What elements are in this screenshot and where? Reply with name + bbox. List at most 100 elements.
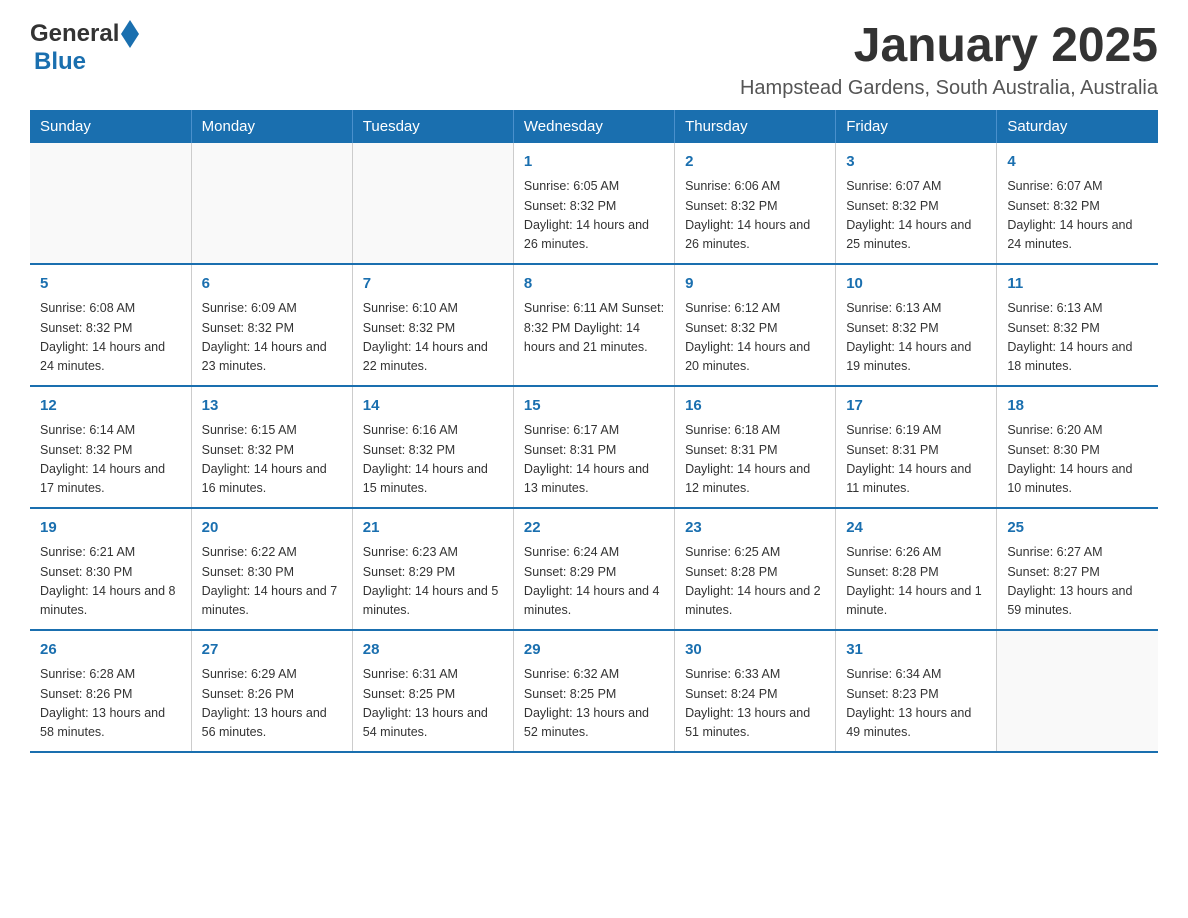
calendar-cell: 16Sunrise: 6:18 AM Sunset: 8:31 PM Dayli… — [675, 386, 836, 508]
day-number: 30 — [685, 639, 825, 662]
logo: General Blue — [30, 20, 139, 74]
day-info: Sunrise: 6:32 AM Sunset: 8:25 PM Dayligh… — [524, 665, 664, 743]
day-number: 18 — [1007, 395, 1148, 418]
day-info: Sunrise: 6:13 AM Sunset: 8:32 PM Dayligh… — [1007, 299, 1148, 377]
calendar-week-row: 1 Sunrise: 6:05 AM Sunset: 8:32 PM Daylig… — [30, 143, 1158, 264]
day-number: 12 — [40, 395, 181, 418]
day-info: Sunrise: 6:27 AM Sunset: 8:27 PM Dayligh… — [1007, 543, 1148, 621]
calendar-cell: 15Sunrise: 6:17 AM Sunset: 8:31 PM Dayli… — [513, 386, 674, 508]
header: General Blue January 2025 Hampstead Gard… — [30, 20, 1158, 100]
day-number: 3 — [846, 151, 986, 174]
logo-icon — [121, 20, 139, 48]
day-number: 22 — [524, 517, 664, 540]
calendar-title: January 2025 — [740, 20, 1158, 73]
day-number: 8 — [524, 273, 664, 296]
day-number: 21 — [363, 517, 503, 540]
calendar-cell — [191, 143, 352, 264]
calendar-cell: 13Sunrise: 6:15 AM Sunset: 8:32 PM Dayli… — [191, 386, 352, 508]
day-info: Sunrise: 6:08 AM Sunset: 8:32 PM Dayligh… — [40, 299, 181, 377]
day-number: 7 — [363, 273, 503, 296]
day-number: 20 — [202, 517, 342, 540]
day-number: 25 — [1007, 517, 1148, 540]
day-info: Sunrise: 6:34 AM Sunset: 8:23 PM Dayligh… — [846, 665, 986, 743]
calendar-cell: 21 Sunrise: 6:23 AM Sunset: 8:29 PM Dayli… — [352, 508, 513, 630]
calendar-cell: 19 Sunrise: 6:21 AM Sunset: 8:30 PM Dayli… — [30, 508, 191, 630]
day-number: 10 — [846, 273, 986, 296]
calendar-cell: 1 Sunrise: 6:05 AM Sunset: 8:32 PM Daylig… — [513, 143, 674, 264]
day-info: Sunrise: 6:07 AM Sunset: 8:32 PM Dayligh… — [1007, 177, 1148, 255]
day-number: 14 — [363, 395, 503, 418]
day-info: Sunrise: 6:31 AM Sunset: 8:25 PM Dayligh… — [363, 665, 503, 743]
day-info: Sunrise: 6:09 AM Sunset: 8:32 PM Dayligh… — [202, 299, 342, 377]
calendar-week-row: 5 Sunrise: 6:08 AM Sunset: 8:32 PM Daylig… — [30, 264, 1158, 386]
calendar-cell: 17Sunrise: 6:19 AM Sunset: 8:31 PM Dayli… — [836, 386, 997, 508]
calendar-cell: 11 Sunrise: 6:13 AM Sunset: 8:32 PM Dayli… — [997, 264, 1158, 386]
day-info: Sunrise: 6:26 AM Sunset: 8:28 PM Dayligh… — [846, 543, 986, 621]
day-info: Sunrise: 6:17 AM Sunset: 8:31 PM Dayligh… — [524, 421, 664, 499]
calendar-subtitle: Hampstead Gardens, South Australia, Aust… — [740, 77, 1158, 100]
title-area: January 2025 Hampstead Gardens, South Au… — [740, 20, 1158, 100]
day-info: Sunrise: 6:21 AM Sunset: 8:30 PM Dayligh… — [40, 543, 181, 621]
calendar-cell: 10 Sunrise: 6:13 AM Sunset: 8:32 PM Dayli… — [836, 264, 997, 386]
calendar-cell: 6 Sunrise: 6:09 AM Sunset: 8:32 PM Daylig… — [191, 264, 352, 386]
day-number: 6 — [202, 273, 342, 296]
calendar-cell: 23Sunrise: 6:25 AM Sunset: 8:28 PM Dayli… — [675, 508, 836, 630]
calendar-cell: 22 Sunrise: 6:24 AM Sunset: 8:29 PM Dayli… — [513, 508, 674, 630]
day-info: Sunrise: 6:16 AM Sunset: 8:32 PM Dayligh… — [363, 421, 503, 499]
day-number: 2 — [685, 151, 825, 174]
day-info: Sunrise: 6:10 AM Sunset: 8:32 PM Dayligh… — [363, 299, 503, 377]
calendar-cell — [352, 143, 513, 264]
day-info: Sunrise: 6:15 AM Sunset: 8:32 PM Dayligh… — [202, 421, 342, 499]
day-of-week-header: Sunday — [30, 110, 191, 143]
calendar-week-row: 26 Sunrise: 6:28 AM Sunset: 8:26 PM Dayli… — [30, 630, 1158, 752]
day-number: 11 — [1007, 273, 1148, 296]
day-info: Sunrise: 6:22 AM Sunset: 8:30 PM Dayligh… — [202, 543, 342, 621]
calendar-cell — [30, 143, 191, 264]
day-info: Sunrise: 6:14 AM Sunset: 8:32 PM Dayligh… — [40, 421, 181, 499]
calendar-cell: 24Sunrise: 6:26 AM Sunset: 8:28 PM Dayli… — [836, 508, 997, 630]
calendar-cell: 28 Sunrise: 6:31 AM Sunset: 8:25 PM Dayli… — [352, 630, 513, 752]
day-info: Sunrise: 6:11 AM Sunset: 8:32 PM Dayligh… — [524, 299, 664, 357]
day-info: Sunrise: 6:24 AM Sunset: 8:29 PM Dayligh… — [524, 543, 664, 621]
calendar-week-row: 19 Sunrise: 6:21 AM Sunset: 8:30 PM Dayli… — [30, 508, 1158, 630]
day-info: Sunrise: 6:13 AM Sunset: 8:32 PM Dayligh… — [846, 299, 986, 377]
calendar-cell: 25 Sunrise: 6:27 AM Sunset: 8:27 PM Dayli… — [997, 508, 1158, 630]
day-number: 29 — [524, 639, 664, 662]
day-info: Sunrise: 6:18 AM Sunset: 8:31 PM Dayligh… — [685, 421, 825, 499]
day-number: 27 — [202, 639, 342, 662]
day-number: 23 — [685, 517, 825, 540]
day-info: Sunrise: 6:29 AM Sunset: 8:26 PM Dayligh… — [202, 665, 342, 743]
calendar-cell: 4Sunrise: 6:07 AM Sunset: 8:32 PM Daylig… — [997, 143, 1158, 264]
day-number: 9 — [685, 273, 825, 296]
calendar-cell: 30Sunrise: 6:33 AM Sunset: 8:24 PM Dayli… — [675, 630, 836, 752]
day-of-week-header: Saturday — [997, 110, 1158, 143]
day-of-week-header: Tuesday — [352, 110, 513, 143]
day-number: 26 — [40, 639, 181, 662]
calendar-table: SundayMondayTuesdayWednesdayThursdayFrid… — [30, 110, 1158, 753]
day-info: Sunrise: 6:06 AM Sunset: 8:32 PM Dayligh… — [685, 177, 825, 255]
calendar-cell: 8 Sunrise: 6:11 AM Sunset: 8:32 PM Daylig… — [513, 264, 674, 386]
day-info: Sunrise: 6:23 AM Sunset: 8:29 PM Dayligh… — [363, 543, 503, 621]
day-number: 1 — [524, 151, 664, 174]
calendar-cell: 2 Sunrise: 6:06 AM Sunset: 8:32 PM Daylig… — [675, 143, 836, 264]
calendar-cell: 3 Sunrise: 6:07 AM Sunset: 8:32 PM Daylig… — [836, 143, 997, 264]
day-info: Sunrise: 6:12 AM Sunset: 8:32 PM Dayligh… — [685, 299, 825, 377]
calendar-cell: 26 Sunrise: 6:28 AM Sunset: 8:26 PM Dayli… — [30, 630, 191, 752]
day-number: 5 — [40, 273, 181, 296]
calendar-cell: 29 Sunrise: 6:32 AM Sunset: 8:25 PM Dayli… — [513, 630, 674, 752]
calendar-cell: 12 Sunrise: 6:14 AM Sunset: 8:32 PM Dayli… — [30, 386, 191, 508]
day-of-week-header: Thursday — [675, 110, 836, 143]
calendar-cell: 31 Sunrise: 6:34 AM Sunset: 8:23 PM Dayli… — [836, 630, 997, 752]
day-info: Sunrise: 6:05 AM Sunset: 8:32 PM Dayligh… — [524, 177, 664, 255]
day-number: 31 — [846, 639, 986, 662]
day-number: 28 — [363, 639, 503, 662]
calendar-cell: 20 Sunrise: 6:22 AM Sunset: 8:30 PM Dayli… — [191, 508, 352, 630]
calendar-cell: 18Sunrise: 6:20 AM Sunset: 8:30 PM Dayli… — [997, 386, 1158, 508]
day-info: Sunrise: 6:07 AM Sunset: 8:32 PM Dayligh… — [846, 177, 986, 255]
calendar-cell — [997, 630, 1158, 752]
day-of-week-header: Monday — [191, 110, 352, 143]
day-number: 19 — [40, 517, 181, 540]
day-info: Sunrise: 6:28 AM Sunset: 8:26 PM Dayligh… — [40, 665, 181, 743]
calendar-header-row: SundayMondayTuesdayWednesdayThursdayFrid… — [30, 110, 1158, 143]
calendar-cell: 14 Sunrise: 6:16 AM Sunset: 8:32 PM Dayli… — [352, 386, 513, 508]
